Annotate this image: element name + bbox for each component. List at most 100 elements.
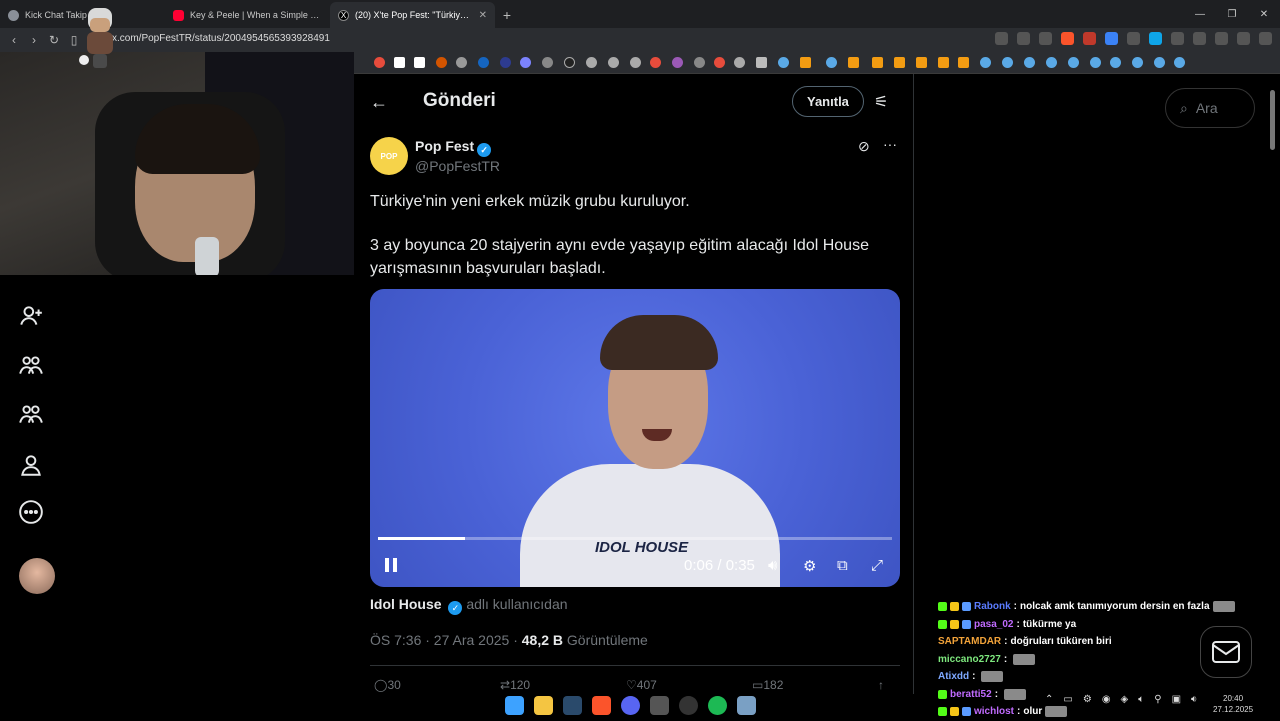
bookmark-favicon-icon[interactable] bbox=[826, 57, 837, 68]
bookmark-favicon-icon[interactable] bbox=[734, 57, 745, 68]
bookmark-favicon-icon[interactable] bbox=[1002, 57, 1013, 68]
bookmark-favicon-icon[interactable] bbox=[478, 57, 489, 68]
volume-icon[interactable]: 🔉︎ bbox=[1191, 694, 1197, 705]
bookmark-favicon-icon[interactable] bbox=[800, 57, 811, 68]
battery-icon[interactable]: ▭ bbox=[1063, 694, 1072, 705]
bookmark-favicon-icon[interactable] bbox=[564, 57, 575, 68]
file-explorer-icon[interactable] bbox=[534, 695, 553, 715]
chat-username[interactable]: wichlost bbox=[974, 706, 1014, 717]
minimize-icon[interactable]: — bbox=[1184, 0, 1216, 28]
repost-action[interactable]: ⇄ 120 bbox=[500, 678, 530, 692]
obs-icon[interactable] bbox=[679, 695, 698, 715]
bookmark-favicon-icon[interactable] bbox=[630, 57, 641, 68]
scrollbar-thumb[interactable] bbox=[1270, 90, 1275, 150]
chat-username[interactable]: pasa_02 bbox=[974, 619, 1013, 630]
volume-icon[interactable]: 🔊︎ bbox=[768, 557, 777, 574]
bookmark-favicon-icon[interactable] bbox=[650, 57, 661, 68]
extension-icon[interactable] bbox=[1149, 32, 1162, 45]
communities-alt-icon[interactable] bbox=[18, 401, 44, 427]
cast-icon[interactable] bbox=[995, 32, 1008, 45]
bookmark-favicon-icon[interactable] bbox=[608, 57, 619, 68]
bookmark-favicon-icon[interactable] bbox=[520, 57, 531, 68]
reload-icon[interactable]: ↻ bbox=[44, 33, 64, 47]
app-icon[interactable] bbox=[737, 695, 756, 715]
extensions-puzzle-icon[interactable] bbox=[1193, 32, 1206, 45]
video-player[interactable]: IDOL HOUSE 0:06 / 0:35 🔊︎ ⚙ ⧉ ⤢ bbox=[370, 289, 900, 587]
brave-shield-icon[interactable] bbox=[1061, 32, 1074, 45]
sidebar-icon[interactable] bbox=[1215, 32, 1228, 45]
follow-user-icon[interactable] bbox=[18, 303, 44, 329]
picture-in-picture-icon[interactable]: ⧉ bbox=[837, 557, 848, 574]
bookmark-favicon-icon[interactable] bbox=[894, 57, 905, 68]
bookmark-favicon-icon[interactable] bbox=[374, 57, 385, 68]
filter-sliders-icon[interactable]: ⚟ bbox=[874, 92, 888, 112]
tray-app-icon[interactable]: ⚙ bbox=[1083, 694, 1092, 705]
bookmark-favicon-icon[interactable] bbox=[1154, 57, 1165, 68]
extension-icon[interactable] bbox=[1083, 32, 1096, 45]
spotify-icon[interactable] bbox=[708, 695, 727, 715]
browser-tab-x-post[interactable]: X (20) X'te Pop Fest: "Türkiye'nin y... … bbox=[330, 2, 495, 28]
grok-icon[interactable]: ⊘ bbox=[858, 138, 870, 155]
bookmark-favicon-icon[interactable] bbox=[672, 57, 683, 68]
bookmark-favicon-icon[interactable] bbox=[436, 57, 447, 68]
bookmark-favicon-icon[interactable] bbox=[456, 57, 467, 68]
chat-username[interactable]: Atixdd bbox=[938, 671, 969, 682]
search-box[interactable]: ⌕ Ara bbox=[1165, 88, 1255, 128]
steam-icon[interactable] bbox=[563, 695, 582, 715]
steam-tray-icon[interactable]: ◉ bbox=[1102, 694, 1111, 705]
bookmark-favicon-icon[interactable] bbox=[1024, 57, 1035, 68]
author-name[interactable]: Pop Fest ✓ bbox=[415, 138, 492, 157]
fullscreen-icon[interactable]: ⤢ bbox=[871, 557, 883, 574]
zoom-icon[interactable] bbox=[1017, 32, 1030, 45]
network-icon[interactable]: ▣ bbox=[1172, 694, 1181, 705]
profile-icon[interactable] bbox=[18, 452, 44, 478]
pause-icon[interactable] bbox=[383, 557, 399, 573]
media-icon[interactable] bbox=[1237, 32, 1250, 45]
url-field[interactable]: x.com/PopFestTR/status/20049545653939284… bbox=[112, 33, 330, 44]
settings-gear-icon[interactable]: ⚙ bbox=[803, 557, 816, 575]
brave-browser-icon[interactable] bbox=[592, 695, 611, 715]
more-options-icon[interactable] bbox=[18, 499, 44, 525]
like-action[interactable]: ♡ 407 bbox=[626, 678, 657, 692]
app-icon[interactable] bbox=[650, 695, 669, 715]
bookmark-favicon-icon[interactable] bbox=[586, 57, 597, 68]
scrollbar[interactable] bbox=[1270, 78, 1278, 718]
tray-app-icon[interactable]: ◈ bbox=[1121, 694, 1129, 705]
close-icon[interactable]: ✕ bbox=[479, 10, 487, 21]
microphone-icon[interactable]: ⚲ bbox=[1154, 694, 1161, 705]
bookmark-favicon-icon[interactable] bbox=[958, 57, 969, 68]
author-avatar[interactable]: POP bbox=[370, 137, 408, 175]
bookmark-favicon-icon[interactable] bbox=[916, 57, 927, 68]
bookmark-favicon-icon[interactable] bbox=[694, 57, 705, 68]
back-arrow-icon[interactable]: ← bbox=[370, 92, 388, 113]
bookmark-favicon-icon[interactable] bbox=[778, 57, 789, 68]
bookmark-favicon-icon[interactable] bbox=[714, 57, 725, 68]
maximize-icon[interactable]: ❐ bbox=[1216, 0, 1248, 28]
bookmark-favicon-icon[interactable] bbox=[1174, 57, 1185, 68]
bookmark-favicon-icon[interactable] bbox=[938, 57, 949, 68]
reply-button[interactable]: Yanıtla bbox=[792, 86, 864, 117]
chevron-up-icon[interactable]: ⌃ bbox=[1045, 694, 1053, 705]
windows-start-icon[interactable] bbox=[505, 695, 524, 715]
extension-icon[interactable] bbox=[1127, 32, 1140, 45]
bookmark-favicon-icon[interactable] bbox=[980, 57, 991, 68]
bookmark-favicon-icon[interactable] bbox=[414, 57, 425, 68]
bookmark-favicon-icon[interactable] bbox=[1110, 57, 1121, 68]
extension-icon[interactable] bbox=[1105, 32, 1118, 45]
author-handle[interactable]: @PopFestTR bbox=[415, 158, 500, 174]
bookmark-favicon-icon[interactable] bbox=[848, 57, 859, 68]
extension-icon[interactable] bbox=[1171, 32, 1184, 45]
bookmark-favicon-icon[interactable] bbox=[1046, 57, 1057, 68]
reply-action[interactable]: ◯ 30 bbox=[374, 678, 401, 692]
chat-username[interactable]: Rabonk bbox=[974, 601, 1011, 612]
account-avatar[interactable] bbox=[19, 558, 55, 594]
bookmark-favicon-icon[interactable] bbox=[542, 57, 553, 68]
close-window-icon[interactable]: ✕ bbox=[1248, 0, 1280, 28]
bookmark-favicon-icon[interactable] bbox=[1090, 57, 1101, 68]
post-timestamp[interactable]: ÖS 7:36 · 27 Ara 2025 · bbox=[370, 632, 522, 648]
bookmark-favicon-icon[interactable] bbox=[500, 57, 511, 68]
bookmark-favicon-icon[interactable] bbox=[1068, 57, 1079, 68]
bookmark-action[interactable]: ▭ 182 bbox=[752, 678, 783, 692]
share-icon[interactable] bbox=[1039, 32, 1052, 45]
share-icon[interactable]: ↑ bbox=[878, 678, 884, 692]
